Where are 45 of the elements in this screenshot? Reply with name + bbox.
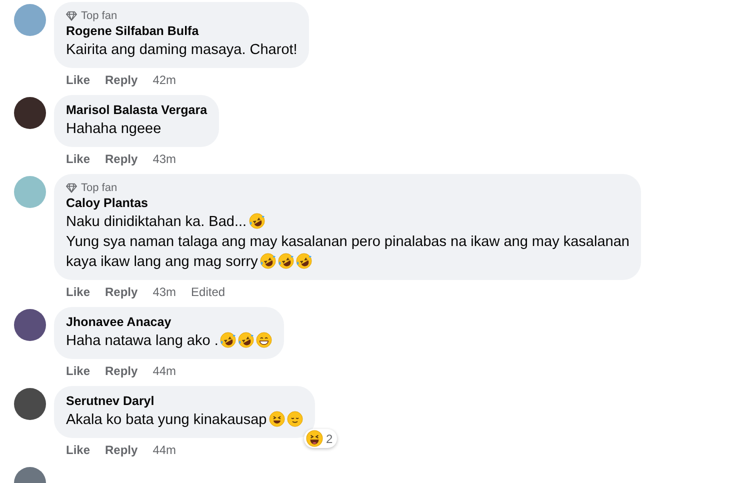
edited-label: Edited	[191, 284, 226, 300]
timestamp: 42m	[152, 72, 176, 88]
avatar-photo[interactable]	[14, 388, 46, 420]
rolling-laughing-emoji-icon	[296, 253, 312, 269]
comment-text: Kairita ang daming masaya. Charot!	[66, 42, 298, 58]
squinting-laugh-emoji-icon	[268, 411, 285, 427]
comment-text: Hahaha ngeee	[66, 121, 162, 137]
like-link[interactable]: Like	[66, 363, 90, 379]
avatar-photo[interactable]	[14, 309, 46, 341]
like-link[interactable]: Like	[66, 72, 90, 88]
reaction-badge[interactable]: 2	[304, 429, 337, 448]
commenter-name[interactable]: Serutnev Daryl	[66, 393, 303, 410]
timestamp: 43m	[152, 284, 176, 300]
reply-link[interactable]: Reply	[105, 151, 138, 167]
reply-link[interactable]: Reply	[105, 284, 138, 300]
rolling-laughing-emoji-icon	[238, 332, 254, 348]
reaction-count: 2	[326, 432, 333, 446]
top-fan-label: Top fan	[81, 181, 118, 195]
rolling-laughing-emoji-icon	[248, 213, 265, 229]
like-link[interactable]: Like	[66, 284, 90, 300]
comment-text: Naku dinidiktahan ka. Bad...	[66, 214, 247, 230]
smiling-emoji-icon	[286, 411, 303, 427]
timestamp: 43m	[152, 151, 176, 167]
commenter-name[interactable]: Caloy Plantas	[66, 195, 630, 212]
commenter-name[interactable]: Marisol Balasta Vergara	[66, 102, 208, 119]
commenter-name[interactable]: Rogene Silfaban Bulfa	[66, 23, 298, 40]
timestamp: 44m	[152, 442, 176, 458]
rolling-laughing-emoji-icon	[278, 253, 294, 269]
rolling-laughing-emoji-icon	[260, 253, 276, 269]
comment-text: kaya ikaw lang ang mag sorry	[66, 254, 258, 270]
like-link[interactable]: Like	[66, 442, 90, 458]
comment-text: Haha natawa lang ako .	[66, 333, 218, 349]
like-link[interactable]: Like	[66, 151, 90, 167]
rolling-laughing-emoji-icon	[220, 332, 236, 348]
grinning-emoji-icon	[256, 332, 272, 348]
reply-link[interactable]: Reply	[105, 442, 138, 458]
reply-link[interactable]: Reply	[105, 72, 138, 88]
commenter-name[interactable]: Jhonavee Anacay	[66, 314, 272, 331]
laughing-emoji-icon	[306, 430, 324, 447]
timestamp: 44m	[152, 363, 176, 379]
reply-link[interactable]: Reply	[105, 363, 138, 379]
avatar-photo[interactable]	[14, 97, 46, 129]
comment-text: Akala ko bata yung kinakausap	[66, 412, 267, 428]
comment-text: Yung sya naman talaga ang may kasalanan pero pinalabas na ikaw ang may kasalanan	[66, 234, 630, 250]
top-fan-label: Top fan	[81, 9, 118, 23]
